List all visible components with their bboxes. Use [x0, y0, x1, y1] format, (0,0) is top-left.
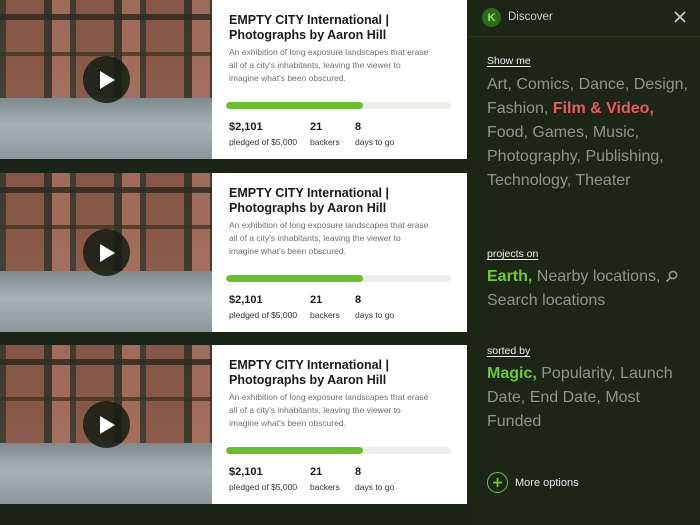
backers-count: 21: [310, 121, 323, 133]
category-film-video-selected[interactable]: Film & Video,: [553, 100, 654, 117]
projects-on-label: projects on: [487, 248, 539, 260]
category-options: Art, Comics, Dance, Design, Fashion, Fil…: [487, 73, 697, 193]
days-count: 8: [355, 121, 362, 133]
project-description: An exhibition of long exposure landscape…: [229, 392, 429, 428]
play-button[interactable]: [83, 229, 130, 276]
project-video-thumbnail[interactable]: [0, 173, 212, 332]
days-stat: 8 days to go: [355, 121, 394, 148]
play-button[interactable]: [83, 56, 130, 103]
project-info: EMPTY CITY International | Photographs b…: [212, 0, 467, 159]
backers-stat: 21 backers: [310, 294, 340, 321]
category-music[interactable]: Music,: [593, 124, 639, 141]
close-icon-glyph: [674, 11, 686, 23]
pledged-label: pledged of $5,000: [229, 137, 298, 147]
funding-progress-bar: [226, 275, 451, 282]
thumbnail-detail: [0, 359, 212, 365]
plus-icon-glyph: [493, 478, 502, 487]
thumbnail-detail: [0, 187, 212, 193]
category-photography[interactable]: Photography,: [487, 148, 581, 165]
backers-stat: 21 backers: [310, 121, 340, 148]
search-icon: [665, 270, 678, 283]
location-options: Earth, Nearby locations, Search location…: [487, 265, 697, 313]
thumbnail-floor: [0, 443, 212, 504]
project-video-thumbnail[interactable]: [0, 345, 212, 504]
pledged-stat: $2,101 pledged of $5,000: [229, 466, 297, 493]
project-title[interactable]: EMPTY CITY International | Photographs b…: [229, 358, 459, 388]
panel-header: K Discover: [467, 0, 700, 37]
pledged-stat: $2,101 pledged of $5,000: [229, 294, 297, 321]
category-fashion[interactable]: Fashion,: [487, 100, 548, 117]
kickstarter-logo-icon[interactable]: K: [482, 8, 501, 27]
pledged-label: pledged of $5,000: [229, 310, 298, 320]
close-icon[interactable]: [673, 10, 687, 24]
backers-stat: 21 backers: [310, 466, 340, 493]
thumbnail-floor: [0, 271, 212, 332]
pledged-label: pledged of $5,000: [229, 482, 298, 492]
funding-progress-fill: [226, 275, 364, 282]
days-stat: 8 days to go: [355, 466, 394, 493]
play-button[interactable]: [83, 401, 130, 448]
project-card[interactable]: EMPTY CITY International | Photographs b…: [0, 0, 467, 159]
project-card[interactable]: EMPTY CITY International | Photographs b…: [0, 173, 467, 332]
category-technology[interactable]: Technology,: [487, 172, 571, 189]
days-label: days to go: [355, 482, 395, 492]
category-design[interactable]: Design,: [634, 76, 688, 93]
days-stat: 8 days to go: [355, 294, 394, 321]
funding-progress-fill: [226, 102, 364, 109]
panel-title: Discover: [508, 11, 553, 23]
pledged-stat: $2,101 pledged of $5,000: [229, 121, 297, 148]
backers-count: 21: [310, 466, 323, 478]
location-earth-selected[interactable]: Earth,: [487, 268, 532, 285]
category-food[interactable]: Food,: [487, 124, 528, 141]
category-comics[interactable]: Comics,: [516, 76, 574, 93]
more-options-button[interactable]: More options: [487, 472, 579, 493]
pledged-amount: $2,101: [229, 294, 263, 306]
sort-end-date[interactable]: End Date,: [530, 389, 601, 406]
days-label: days to go: [355, 310, 395, 320]
discover-panel: K Discover Show me Art, Comics, Dance, D…: [467, 0, 700, 525]
pledged-amount: $2,101: [229, 466, 263, 478]
days-count: 8: [355, 294, 362, 306]
project-card[interactable]: EMPTY CITY International | Photographs b…: [0, 345, 467, 504]
more-options-label: More options: [515, 476, 579, 489]
project-info: EMPTY CITY International | Photographs b…: [212, 345, 467, 504]
show-me-label: Show me: [487, 55, 531, 67]
project-feed: EMPTY CITY International | Photographs b…: [0, 0, 467, 525]
days-count: 8: [355, 466, 362, 478]
project-description: An exhibition of long exposure landscape…: [229, 47, 429, 83]
thumbnail-floor: [0, 98, 212, 159]
project-info: EMPTY CITY International | Photographs b…: [212, 173, 467, 332]
category-dance[interactable]: Dance,: [579, 76, 630, 93]
category-games[interactable]: Games,: [532, 124, 588, 141]
play-icon: [99, 70, 115, 89]
backers-label: backers: [310, 482, 340, 492]
play-icon: [99, 243, 115, 262]
category-theater[interactable]: Theater: [575, 172, 630, 189]
project-description: An exhibition of long exposure landscape…: [229, 220, 429, 256]
search-locations-label: Search locations: [487, 292, 606, 309]
location-nearby[interactable]: Nearby locations,: [537, 268, 661, 285]
days-label: days to go: [355, 137, 395, 147]
backers-label: backers: [310, 310, 340, 320]
funding-progress-bar: [226, 447, 451, 454]
sorted-by-label: sorted by: [487, 345, 531, 357]
pledged-amount: $2,101: [229, 121, 263, 133]
sort-popularity[interactable]: Popularity,: [541, 365, 615, 382]
plus-icon: [487, 472, 508, 493]
funding-progress-fill: [226, 447, 364, 454]
project-title[interactable]: EMPTY CITY International | Photographs b…: [229, 13, 459, 43]
sort-magic-selected[interactable]: Magic,: [487, 365, 537, 382]
project-video-thumbnail[interactable]: [0, 0, 212, 159]
project-title[interactable]: EMPTY CITY International | Photographs b…: [229, 186, 459, 216]
category-art[interactable]: Art,: [487, 76, 512, 93]
backers-label: backers: [310, 137, 340, 147]
thumbnail-detail: [0, 14, 212, 20]
category-publishing[interactable]: Publishing,: [585, 148, 663, 165]
backers-count: 21: [310, 294, 323, 306]
funding-progress-bar: [226, 102, 451, 109]
play-icon: [99, 415, 115, 434]
sort-options: Magic, Popularity, Launch Date, End Date…: [487, 362, 697, 434]
